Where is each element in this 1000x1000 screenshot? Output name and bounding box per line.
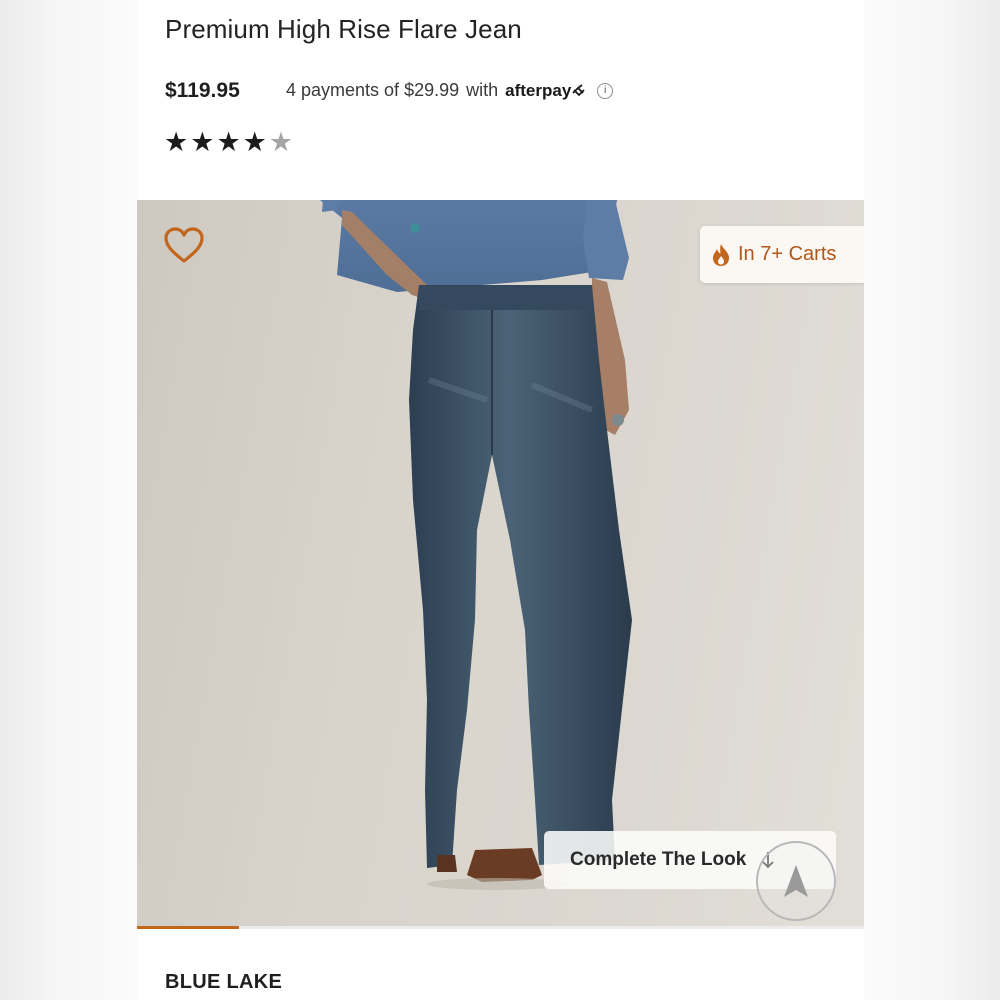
star-empty-icon: ★ xyxy=(268,127,294,157)
star-filled-icon: ★ xyxy=(216,127,241,157)
flame-icon xyxy=(713,243,729,266)
star-filled-icon: ★ xyxy=(164,127,189,157)
afterpay-installments: 4 payments of $29.99 with afterpay i xyxy=(286,80,614,101)
in-carts-badge: In 7+ Carts xyxy=(700,226,864,283)
product-photo xyxy=(320,200,632,890)
rating-stars[interactable]: ★ ★ ★ ★ ★ xyxy=(164,128,293,156)
product-title: Premium High Rise Flare Jean xyxy=(165,14,522,44)
navigation-button[interactable] xyxy=(756,841,836,921)
afterpay-logo-text: afterpay xyxy=(505,80,572,100)
carousel-progress xyxy=(137,926,864,929)
star-filled-icon: ★ xyxy=(242,127,267,157)
favorite-button[interactable] xyxy=(163,226,205,266)
heart-outline-icon xyxy=(164,227,204,263)
afterpay-arrows-icon xyxy=(572,83,585,96)
complete-the-look-label: Complete The Look xyxy=(570,849,747,870)
star-filled-icon: ★ xyxy=(190,127,215,157)
product-image-carousel[interactable]: In 7+ Carts Complete The Look xyxy=(137,200,864,927)
installments-text: 4 payments of $29.99 xyxy=(286,80,460,100)
installments-with: with xyxy=(466,80,499,100)
product-page: Premium High Rise Flare Jean $119.95 4 p… xyxy=(137,0,864,1000)
info-icon[interactable]: i xyxy=(597,82,614,99)
navigation-arrow-icon xyxy=(784,865,808,897)
afterpay-logo: afterpay xyxy=(505,81,586,101)
product-price: $119.95 xyxy=(165,79,240,102)
carousel-progress-fill xyxy=(137,926,239,929)
color-name: BLUE LAKE xyxy=(165,971,283,993)
in-carts-text: In 7+ Carts xyxy=(738,243,837,265)
